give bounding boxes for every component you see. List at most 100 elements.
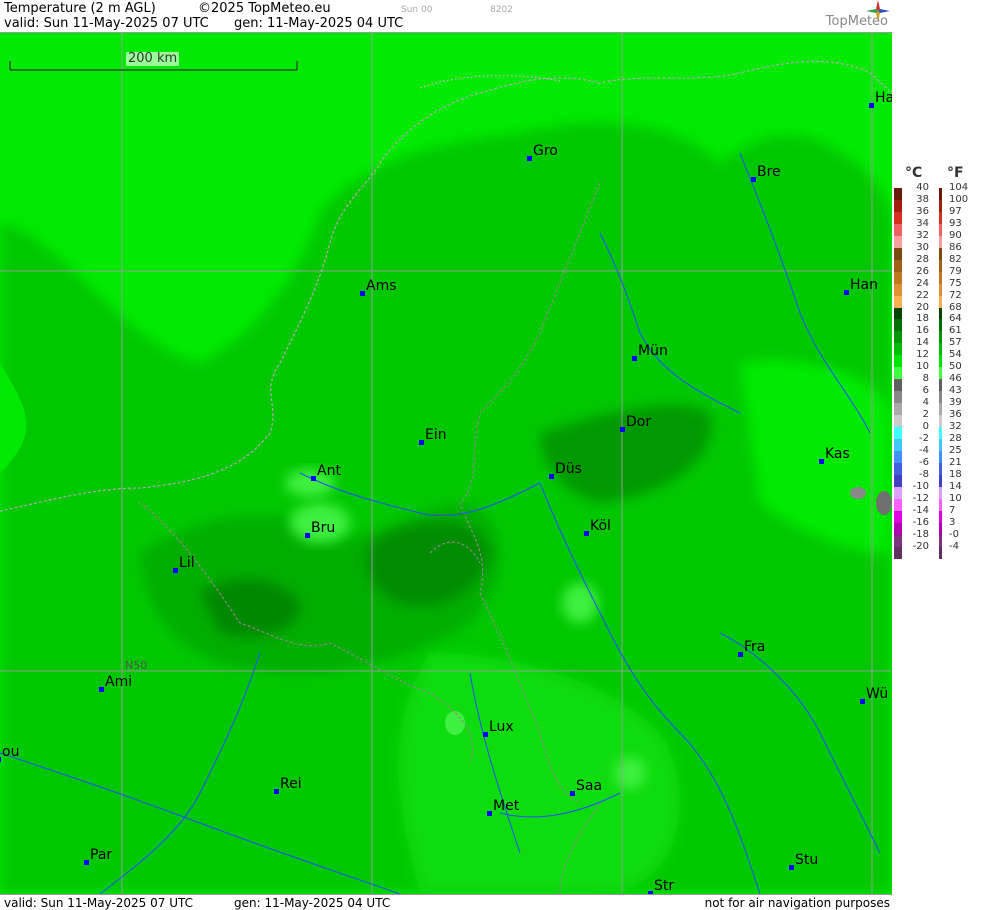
- legend-swatch-fahrenheit: [939, 522, 942, 535]
- legend-swatch-celsius: [894, 450, 902, 463]
- legend-celsius-value: -2: [919, 432, 929, 444]
- legend-swatch-fahrenheit: [939, 415, 942, 428]
- city-name: Gro: [533, 143, 558, 159]
- footer-bar: valid: Sun 11-May-2025 07 UTC gen: 11-Ma…: [0, 894, 892, 910]
- legend-fahrenheit-value: 90: [949, 229, 962, 241]
- legend-swatch-fahrenheit: [939, 211, 942, 224]
- pocket-saar: [614, 757, 646, 789]
- city-name: Ein: [425, 427, 447, 443]
- legend-swatch-fahrenheit: [939, 235, 942, 248]
- city-marker-icon: [632, 356, 637, 361]
- city-label: Str: [648, 879, 674, 894]
- city-label: Köl: [584, 519, 611, 536]
- legend-celsius-value: -20: [912, 540, 929, 552]
- latitude-label: N50: [125, 659, 148, 672]
- legend-celsius-value: 8: [922, 373, 929, 385]
- city-name: Rei: [280, 776, 302, 792]
- legend-swatch-fahrenheit: [939, 391, 942, 404]
- city-label: Bre: [751, 165, 781, 182]
- legend-fahrenheit-value: 75: [949, 277, 962, 289]
- legend-fahrenheit-value: 100: [949, 193, 969, 205]
- legend-swatch-fahrenheit: [939, 295, 942, 308]
- city-label: Stu: [789, 853, 818, 870]
- legend-swatch-fahrenheit: [939, 343, 942, 356]
- temperature-map[interactable]: 200 km N50 Ha Gro Bre Ams Han Mün Dor Ein Ant Düs…: [0, 33, 892, 894]
- city-marker-icon: [311, 476, 316, 481]
- pocket-east: [562, 583, 598, 623]
- legend-celsius-value: 14: [916, 337, 929, 349]
- legend-celsius-value: -8: [919, 468, 929, 480]
- legend-celsius-value: -14: [912, 504, 929, 516]
- legend-swatch-celsius: [894, 247, 902, 260]
- legend-celsius-value: 0: [922, 421, 929, 432]
- footer-generated-time: gen: 11-May-2025 04 UTC: [234, 896, 391, 910]
- city-name: Ant: [317, 463, 341, 479]
- legend-swatch-celsius: [894, 283, 902, 296]
- legend-swatch-fahrenheit: [939, 510, 942, 523]
- legend-fahrenheit-value: 86: [949, 241, 962, 253]
- legend-swatch-fahrenheit: [939, 223, 942, 236]
- legend-fahrenheit-value: 32: [949, 421, 962, 432]
- legend-celsius-value: 22: [916, 289, 929, 301]
- legend-swatch-celsius: [894, 355, 902, 368]
- city-name: Str: [654, 878, 675, 894]
- legend-celsius-value: 6: [922, 385, 929, 397]
- city-name: Lil: [179, 555, 195, 571]
- legend-fahrenheit-value: 3: [949, 516, 956, 528]
- model-run: Sun 00: [401, 5, 433, 15]
- city-marker-icon: [789, 865, 794, 870]
- legend-fahrenheit-value: 82: [949, 253, 962, 265]
- legend-swatch-fahrenheit: [939, 438, 942, 451]
- city-name: Düs: [555, 461, 582, 477]
- legend-swatch-celsius: [894, 534, 902, 547]
- legend-fahrenheit-value: 21: [949, 456, 962, 468]
- city-name: Met: [493, 798, 520, 814]
- city-label: Met: [487, 799, 519, 816]
- legend-swatch-celsius: [894, 498, 902, 511]
- city-marker-icon: [860, 699, 865, 704]
- legend-celsius-value: -6: [919, 456, 929, 468]
- legend-swatch-celsius: [894, 546, 902, 559]
- city-marker-icon: [549, 474, 554, 479]
- city-name: Par: [90, 847, 113, 863]
- legend-swatch-celsius: [894, 427, 902, 439]
- legend-celsius-value: 12: [916, 349, 929, 361]
- legend-fahrenheit-value: 25: [949, 444, 962, 456]
- city-marker-icon: [869, 103, 874, 108]
- scale-bar-label: 200 km: [126, 51, 180, 66]
- city-marker-icon: [527, 156, 532, 161]
- legend-swatch-celsius: [894, 510, 902, 523]
- city-label: Wü: [860, 687, 888, 704]
- city-label: Saa: [570, 779, 602, 796]
- city-name: Kas: [825, 446, 850, 462]
- legend-swatch-celsius: [894, 235, 902, 248]
- legend-celsius-value: 36: [916, 205, 929, 217]
- city-marker-icon: [819, 459, 824, 464]
- topmeteo-logo: TopMeteo: [825, 14, 888, 29]
- copyright: ©2025 TopMeteo.eu: [198, 1, 331, 16]
- legend-celsius-value: 16: [916, 325, 929, 337]
- city-marker-icon: [483, 732, 488, 737]
- city-label: Ha: [869, 91, 892, 108]
- city-name: Stu: [795, 852, 819, 868]
- city-marker-icon: [584, 531, 589, 536]
- legend-fahrenheit-value: 18: [949, 468, 962, 480]
- legend-swatch-fahrenheit: [939, 355, 942, 368]
- city-label: Dor: [620, 415, 651, 432]
- pocket-lux: [445, 711, 465, 735]
- run-code: 8202: [490, 5, 513, 15]
- legend-swatch-celsius: [894, 259, 902, 272]
- valid-time: valid: Sun 11-May-2025 07 UTC: [4, 16, 209, 31]
- legend-fahrenheit-value: 79: [949, 265, 962, 277]
- city-name: Ams: [366, 278, 397, 294]
- city-label: Ant: [311, 464, 341, 481]
- city-name: Mün: [638, 343, 668, 359]
- legend-swatch-fahrenheit: [939, 450, 942, 463]
- legend-swatch-celsius: [894, 331, 902, 344]
- legend-swatch-celsius: [894, 307, 902, 320]
- legend-swatch-celsius: [894, 415, 902, 428]
- city-label: Han: [844, 278, 878, 295]
- legend-fahrenheit-value: 36: [949, 409, 962, 421]
- city-label: Düs: [549, 462, 582, 479]
- city-marker-icon: [570, 791, 575, 796]
